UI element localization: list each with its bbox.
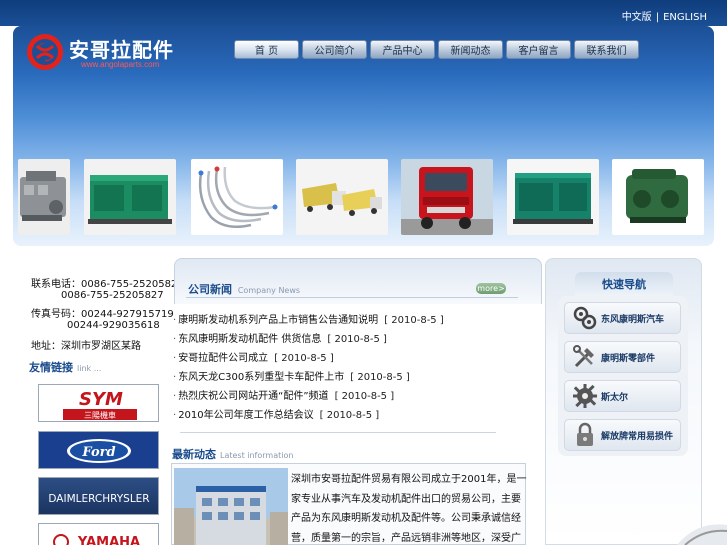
news-item-date: [ 2010-8-5 ] [384, 315, 444, 326]
contact-phone-2: 0086-755-25205827 [61, 290, 164, 301]
links-title-text: 友情链接 [29, 361, 73, 374]
dongfeng-logo-icon [27, 34, 63, 70]
site-logo[interactable]: 安哥拉配件 www.angolaparts.com [25, 32, 185, 76]
svg-text:Ford: Ford [81, 445, 115, 460]
news-item-date: [ 2010-8-5 ] [334, 391, 395, 402]
news-item[interactable]: · 东风天龙C300系列重型卡车配件上市[ 2010-8-5 ] [173, 368, 410, 383]
news-item-date: [ 2010-8-5 ] [274, 353, 334, 364]
nav-contact[interactable]: 联系我们 [574, 40, 639, 59]
contact-fax-2: 00244-929035618 [67, 320, 160, 331]
corner-decoration [647, 515, 727, 545]
quick-nav-steyr[interactable]: 斯太尔 [564, 380, 681, 412]
logo-chinese-name: 安哥拉配件 [69, 38, 174, 62]
product-engine-image[interactable] [18, 159, 70, 235]
sym-logo-icon: SYM 三陽機車 [63, 389, 137, 420]
company-news-title-text: 公司新闻 [188, 283, 232, 296]
daimlerchrysler-logo-icon: DAIMLERCHRYSLER [48, 493, 149, 505]
brand-link-yamaha[interactable]: YAMAHA [38, 523, 159, 545]
nav-news[interactable]: 新闻动态 [438, 40, 503, 59]
product-generator-image[interactable] [84, 159, 176, 235]
latest-info-text: 深圳市安哥拉配件贸易有限公司成立于2001年，是一家专业从事汽车及发动机配件出口… [291, 474, 527, 544]
product-red-truck-image[interactable] [401, 159, 493, 235]
quick-nav-label: 康明斯零部件 [601, 353, 656, 364]
tools-icon [571, 343, 599, 371]
news-item[interactable]: · 2010年公司年度工作总结会议[ 2010-8-5 ] [173, 406, 379, 421]
news-item[interactable]: · 安哥拉配件公司成立[ 2010-8-5 ] [173, 349, 334, 364]
gear-icon [571, 382, 599, 410]
nav-products[interactable]: 产品中心 [370, 40, 435, 59]
quick-nav-label: 解放牌常用易损件 [601, 431, 674, 442]
product-strip [18, 159, 708, 235]
links-title: 友情链接 link ... [29, 359, 101, 375]
lock-icon [571, 421, 599, 449]
news-divider [186, 297, 518, 298]
language-links: 中文版 | ENGLISH [622, 8, 707, 23]
main-nav: 首 页 公司简介 产品中心 新闻动态 客户留言 联系我们 [234, 40, 639, 60]
news-bottom-divider [180, 432, 496, 433]
news-item[interactable]: · 热烈庆祝公司网站开通“配件”频道[ 2010-8-5 ] [173, 387, 394, 402]
top-bar: 中文版 | ENGLISH [0, 0, 727, 26]
svg-text:DAIMLERCHRYSLER: DAIMLERCHRYSLER [48, 493, 149, 505]
quick-nav-cummins-parts[interactable]: 康明斯零部件 [564, 341, 681, 373]
links-title-en: link ... [77, 364, 102, 373]
chinese-version-link[interactable]: 中文版 [622, 12, 652, 23]
svg-text:YAMAHA: YAMAHA [77, 535, 140, 545]
language-separator: | [655, 12, 660, 23]
quick-nav-label: 斯太尔 [601, 392, 629, 403]
company-news-title-en: Company News [237, 286, 301, 295]
news-item[interactable]: · 东风康明斯发动机配件 供货信息[ 2010-8-5 ] [173, 330, 387, 345]
svg-text:三陽機車: 三陽機車 [84, 410, 116, 420]
latest-info-title-text: 最新动态 [172, 448, 216, 461]
logo-url: www.angolaparts.com [81, 60, 160, 69]
nav-home[interactable]: 首 页 [234, 40, 299, 59]
company-building-image[interactable] [174, 468, 288, 545]
quick-nav-title: 快速导航 [575, 272, 673, 296]
product-hoses-image[interactable] [191, 159, 283, 235]
quick-nav-jiefang-parts[interactable]: 解放牌常用易损件 [564, 419, 681, 451]
brand-link-sym[interactable]: SYM 三陽機車 [38, 384, 159, 422]
news-item-text: 热烈庆祝公司网站开通“配件”频道 [178, 391, 329, 402]
news-item-text: 康明斯发动机系列产品上市销售公告通知说明 [178, 315, 379, 326]
english-version-link[interactable]: ENGLISH [663, 12, 707, 23]
nav-about[interactable]: 公司简介 [302, 40, 367, 59]
yamaha-logo-icon: YAMAHA [53, 534, 140, 545]
nav-messages[interactable]: 客户留言 [506, 40, 571, 59]
contact-address: 地址：深圳市罗湖区某路 [31, 341, 141, 352]
product-green-engine-image[interactable] [612, 159, 704, 235]
news-item-text: 2010年公司年度工作总结会议 [178, 410, 314, 421]
news-item-text: 东风康明斯发动机配件 供货信息 [178, 334, 322, 345]
brand-link-daimlerchrysler[interactable]: DAIMLERCHRYSLER [38, 477, 159, 515]
latest-info-title-en: Latest information [220, 451, 294, 460]
ford-logo-icon: Ford [67, 439, 131, 463]
news-item-date: [ 2010-8-5 ] [319, 410, 380, 421]
quick-nav-label: 东风康明斯汽车 [601, 314, 665, 325]
news-item-date: [ 2010-8-5 ] [327, 334, 387, 345]
news-more-button[interactable]: more> [476, 283, 506, 294]
news-item-text: 东风天龙C300系列重型卡车配件上市 [178, 372, 345, 383]
company-news-title: 公司新闻 Company News [188, 281, 300, 297]
news-item-date: [ 2010-8-5 ] [350, 372, 410, 383]
latest-info-title: 最新动态 Latest information [172, 446, 293, 462]
quick-nav-dongfeng-cummins[interactable]: 东风康明斯汽车 [564, 302, 681, 334]
brand-link-ford[interactable]: Ford [38, 431, 159, 469]
contact-phone: 联系电话：0086-755-25205827 [31, 279, 184, 290]
news-item[interactable]: · 康明斯发动机系列产品上市销售公告通知说明[ 2010-8-5 ] [173, 311, 444, 326]
news-item-text: 安哥拉配件公司成立 [178, 353, 269, 364]
product-dump-trucks-image[interactable] [296, 159, 388, 235]
contact-fax: 传真号码：00244-927915719 [31, 309, 174, 320]
svg-text:SYM: SYM [79, 389, 123, 410]
product-genset-image[interactable] [507, 159, 599, 235]
turbo-icon [571, 304, 599, 332]
